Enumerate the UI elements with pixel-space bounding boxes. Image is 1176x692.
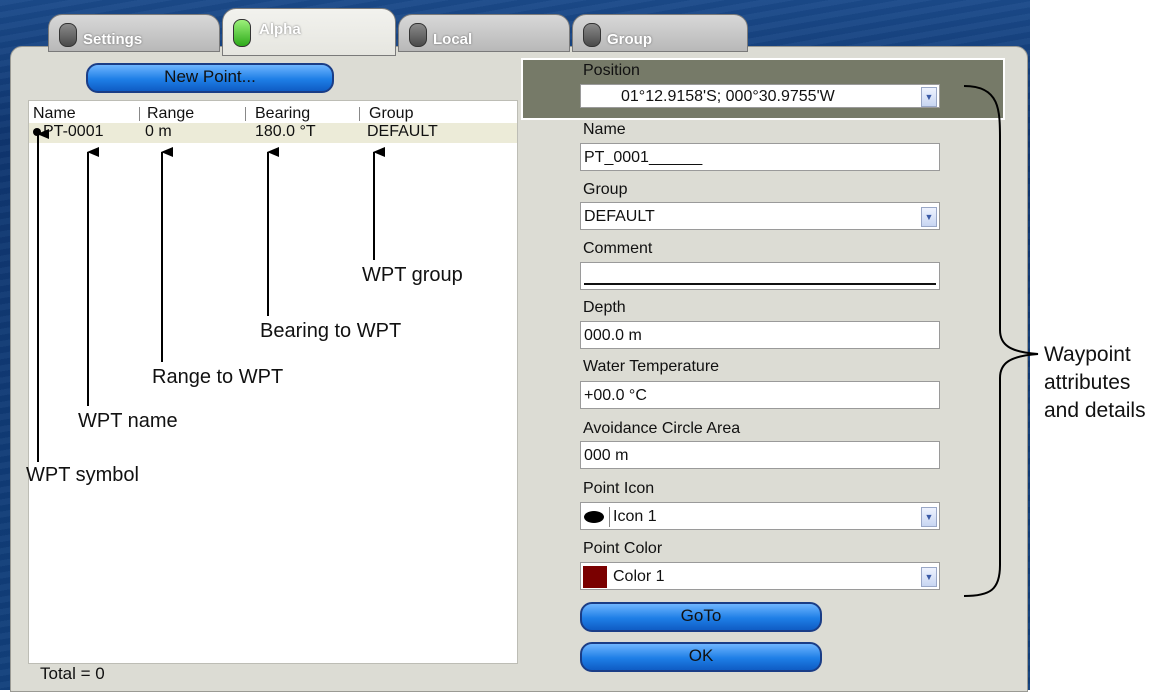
name-field[interactable]: PT_0001______	[580, 143, 940, 171]
tab-indicator-icon	[409, 23, 427, 47]
row-range: 0 m	[145, 123, 172, 140]
group-value: DEFAULT	[584, 208, 655, 225]
waypoint-symbol-icon	[33, 128, 41, 136]
column-header-name[interactable]: Name	[33, 105, 76, 123]
depth-label: Depth	[583, 299, 626, 316]
avoidance-circle-label: Avoidance Circle Area	[583, 420, 741, 437]
point-icon-select[interactable]: Icon 1 ▼	[580, 502, 940, 530]
tab-alpha[interactable]: Alpha	[222, 8, 396, 56]
chevron-down-icon[interactable]: ▼	[921, 207, 937, 227]
column-divider	[245, 107, 246, 121]
tab-indicator-icon	[59, 23, 77, 47]
point-icon-value: Icon 1	[613, 508, 657, 525]
table-row[interactable]: PT-0001 0 m 180.0 °T DEFAULT	[29, 123, 517, 143]
new-point-button[interactable]: New Point...	[86, 63, 334, 93]
tab-group[interactable]: Group	[572, 14, 748, 52]
color-swatch	[583, 566, 607, 588]
chevron-down-icon[interactable]: ▼	[921, 567, 937, 587]
column-header-range[interactable]: Range	[147, 105, 194, 123]
point-color-value: Color 1	[613, 568, 665, 585]
point-icon-label: Point Icon	[583, 480, 655, 497]
water-temperature-label: Water Temperature	[583, 358, 720, 375]
total-count: Total = 0	[40, 664, 105, 683]
position-value: 01°12.9158'S; 000°30.9755'W	[621, 88, 835, 105]
tab-label: Local	[433, 31, 473, 48]
annotation-bearing: Bearing to WPT	[260, 320, 402, 342]
underline	[584, 283, 936, 285]
annotation-range: Range to WPT	[152, 366, 284, 388]
group-label: Group	[583, 181, 628, 198]
annotation-line: Waypoint	[1044, 343, 1131, 366]
tab-local[interactable]: Local	[398, 14, 570, 52]
row-name: PT-0001	[43, 123, 104, 140]
ok-button[interactable]: OK	[580, 642, 822, 672]
tab-label: Group	[607, 31, 652, 48]
position-label: Position	[583, 62, 640, 79]
chevron-down-icon[interactable]: ▼	[921, 507, 937, 527]
tab-label: Settings	[83, 31, 143, 48]
depth-field[interactable]: 000.0 m	[580, 321, 940, 349]
position-field[interactable]: 01°12.9158'S; 000°30.9755'W ▼	[580, 84, 940, 108]
tab-settings[interactable]: Settings	[48, 14, 220, 52]
comment-field[interactable]	[580, 262, 940, 290]
annotation-line: attributes	[1044, 371, 1131, 394]
annotation-waypoint-attributes: Waypoint attributes and details	[1044, 341, 1146, 425]
chevron-down-icon[interactable]: ▼	[921, 87, 937, 107]
separator	[609, 507, 610, 527]
tab-label: Alpha	[259, 21, 301, 38]
annotation-line: and details	[1044, 399, 1146, 422]
name-label: Name	[583, 121, 626, 138]
annotation-name: WPT name	[78, 410, 178, 432]
goto-button[interactable]: GoTo	[580, 602, 822, 632]
column-divider	[139, 107, 140, 121]
tab-indicator-icon	[583, 23, 601, 47]
annotation-symbol: WPT symbol	[26, 464, 139, 486]
avoidance-circle-field[interactable]: 000 m	[580, 441, 940, 469]
filled-ellipse-icon	[584, 511, 604, 523]
column-divider	[359, 107, 360, 121]
tab-indicator-icon	[233, 19, 251, 47]
water-temperature-field[interactable]: +00.0 °C	[580, 381, 940, 409]
point-color-label: Point Color	[583, 540, 663, 557]
group-select[interactable]: DEFAULT ▼	[580, 202, 940, 230]
row-bearing: 180.0 °T	[255, 123, 316, 140]
point-color-select[interactable]: Color 1 ▼	[580, 562, 940, 590]
comment-label: Comment	[583, 240, 653, 257]
column-header-group[interactable]: Group	[369, 105, 413, 123]
column-header-bearing[interactable]: Bearing	[255, 105, 310, 123]
row-group: DEFAULT	[367, 123, 438, 140]
list-header: Name Range Bearing Group	[29, 103, 517, 123]
annotation-wpt-group: WPT group	[362, 264, 463, 286]
